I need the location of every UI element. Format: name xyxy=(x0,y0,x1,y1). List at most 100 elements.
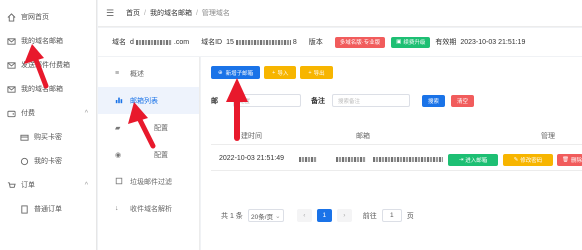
pagination-total: 共 1 条 xyxy=(221,212,243,220)
remark-label: 备注 xyxy=(311,97,325,105)
add-submailbox-button[interactable]: ⊕ 新增子邮箱 xyxy=(211,66,261,79)
sidebar-item-label: 我的域名邮箱 xyxy=(21,86,63,93)
sidebar-item-buy-card[interactable]: 购买卡密 xyxy=(0,125,96,149)
domain-label: 域名 xyxy=(112,39,126,46)
filter-icon xyxy=(115,177,124,187)
sidebar-item-paid-mailbox[interactable]: 发送邮件付费箱 xyxy=(0,53,96,77)
sidebar-group-payment[interactable]: 付费 ^ xyxy=(0,101,96,125)
clear-button[interactable]: 清空 xyxy=(451,94,475,107)
row-mailbox-redacted-3 xyxy=(373,157,443,162)
row-created-time: 2022-10-03 21:51:49 xyxy=(219,155,284,162)
sidebar-item-normal-order[interactable]: 普通订单 xyxy=(0,197,96,221)
sidebar-item-label: 订单 xyxy=(21,182,35,189)
submenu-item-label: 收件域名解析 xyxy=(130,205,172,213)
version-label: 版本 xyxy=(308,39,323,46)
page-size-select[interactable]: 20条/页 ⌄ xyxy=(247,209,284,222)
submenu-item-mailbox-list[interactable]: 邮箱列表 xyxy=(98,87,199,114)
sidebar-item-label: 付费 xyxy=(21,110,35,117)
breadcrumb-my-domain-mail[interactable]: 我的域名邮箱 xyxy=(150,8,192,18)
sidebar-group-orders[interactable]: 订单 ^ xyxy=(0,173,96,197)
delete-label: 删除 xyxy=(570,158,582,164)
pagination: 共 1 条 20条/页 ⌄ ‹ 1 › 前往 1 页 xyxy=(221,209,414,222)
table-header: 建时间 邮箱 管理 xyxy=(211,127,582,145)
domain-id-label: 域名ID xyxy=(201,39,223,46)
top-bar: ☰ 首页 / 我的域名邮箱 / 管理域名 xyxy=(98,0,582,27)
submenu-item-label: 配置 xyxy=(154,124,168,132)
submenu-item-overview[interactable]: ≡ 概述 xyxy=(98,60,199,87)
goto-label: 前往 xyxy=(362,212,377,220)
toolbar: ⊕ 新增子邮箱 + 导入 + 导出 xyxy=(211,66,333,79)
page-button-current[interactable]: 1 xyxy=(316,209,332,222)
download-icon: ↓ xyxy=(115,205,119,212)
upgrade-button[interactable]: ▣ 续费升级 xyxy=(391,36,431,48)
submenu-item-dns[interactable]: ↓ 收件域名解析 xyxy=(98,195,199,222)
domain-id-redacted xyxy=(235,39,291,45)
column-header-manage: 管理 xyxy=(541,133,555,140)
sidebar-item-label: 我的卡密 xyxy=(34,158,62,165)
sidebar-item-label: 发送邮件付费箱 xyxy=(21,62,70,69)
upgrade-button-label: 续费升级 xyxy=(403,40,426,46)
search-row: 邮 配置 备注 搜索备注 搜索 清空 xyxy=(211,94,475,107)
expiry-label: 有效期 xyxy=(435,39,457,46)
delete-button[interactable]: 🗑 删除 xyxy=(557,154,582,166)
import-icon: + xyxy=(272,69,276,76)
column-header-mailbox: 邮箱 xyxy=(356,133,370,140)
change-password-label: 修改密码 xyxy=(520,158,543,164)
mail-icon xyxy=(7,37,16,46)
table-row: 2022-10-03 21:51:49 ⇥ 进入邮箱 ✎ 修改密码 🗑 删除 xyxy=(211,149,582,171)
version-button[interactable]: 多域名版·专业版 xyxy=(334,36,386,48)
wallet-icon xyxy=(7,109,16,118)
card-icon xyxy=(20,133,29,142)
submenu-item-config-2[interactable]: ◉ 配置 xyxy=(98,141,199,168)
expiry-value: 2023-10-03 21:51:19 xyxy=(460,38,526,46)
enter-icon: ⇥ xyxy=(458,157,464,163)
enter-mailbox-button[interactable]: ⇥ 进入邮箱 xyxy=(448,154,498,166)
domain-id-suffix: 8 xyxy=(292,38,297,46)
import-label: 导入 xyxy=(277,70,289,77)
submenu-item-spam-filter[interactable]: 垃圾邮件过滤 xyxy=(98,168,199,195)
submenu-item-label: 邮箱列表 xyxy=(130,97,158,105)
breadcrumb-separator: / xyxy=(144,9,146,17)
page-unit-label: 页 xyxy=(406,212,414,220)
chevron-up-icon: ^ xyxy=(84,181,88,189)
bar-chart-icon xyxy=(115,96,124,106)
sidebar-item-label: 我的域名邮箱 xyxy=(21,38,63,45)
export-icon: + xyxy=(308,69,312,76)
sidebar-item-home[interactable]: 官网首页 xyxy=(0,5,96,29)
domain-redacted xyxy=(135,39,172,45)
menu-icon[interactable]: ☰ xyxy=(106,8,116,19)
sidebar-item-my-domain-mail-2[interactable]: 我的域名邮箱 xyxy=(0,77,96,101)
mail-icon xyxy=(7,61,16,70)
chevron-down-icon: ⌄ xyxy=(275,212,281,220)
breadcrumb-current: 管理域名 xyxy=(201,10,230,17)
submenu-item-label: 概述 xyxy=(130,70,144,78)
breadcrumb-home[interactable]: 首页 xyxy=(126,8,140,18)
order-icon xyxy=(7,181,16,190)
change-password-button[interactable]: ✎ 修改密码 xyxy=(503,154,553,166)
export-button[interactable]: + 导出 xyxy=(300,66,333,79)
location-icon: ◉ xyxy=(115,151,122,159)
sidebar-item-my-card[interactable]: 我的卡密 xyxy=(0,149,96,173)
submenu-item-config-1[interactable]: ▰ 配置 xyxy=(98,114,199,141)
goto-page-input[interactable]: 1 xyxy=(381,209,402,222)
search-button[interactable]: 搜索 xyxy=(422,94,446,107)
import-button[interactable]: + 导入 xyxy=(264,66,297,79)
main-sidebar: 官网首页 我的域名邮箱 发送邮件付费箱 我的域名邮箱 付费 ^ 购买卡密 我的卡… xyxy=(0,0,97,250)
cart-icon: ▣ xyxy=(396,39,402,45)
submenu-item-label: 垃圾邮件过滤 xyxy=(130,178,172,186)
breadcrumb-separator: / xyxy=(195,9,198,17)
mail-icon xyxy=(7,85,16,94)
remark-input[interactable]: 搜索备注 xyxy=(332,94,410,107)
settings-icon: ▰ xyxy=(115,124,121,132)
domain-submenu: ≡ 概述 邮箱列表 ▰ 配置 ◉ 配置 垃圾邮件过滤 ↓ 收件域名解析 xyxy=(98,57,200,250)
mailbox-search-input[interactable]: 配置 xyxy=(233,94,301,107)
sidebar-item-label: 普通订单 xyxy=(34,206,62,213)
row-mailbox-redacted xyxy=(299,157,317,162)
sidebar-item-label: 购买卡密 xyxy=(34,134,62,141)
prev-page-button[interactable]: ‹ xyxy=(296,209,312,222)
sidebar-item-my-domain-mail[interactable]: 我的域名邮箱 xyxy=(0,29,96,53)
next-page-button[interactable]: › xyxy=(336,209,352,222)
sidebar-item-label: 官网首页 xyxy=(21,14,49,21)
edit-icon: ✎ xyxy=(513,157,519,163)
domain-suffix: .com xyxy=(173,38,190,46)
